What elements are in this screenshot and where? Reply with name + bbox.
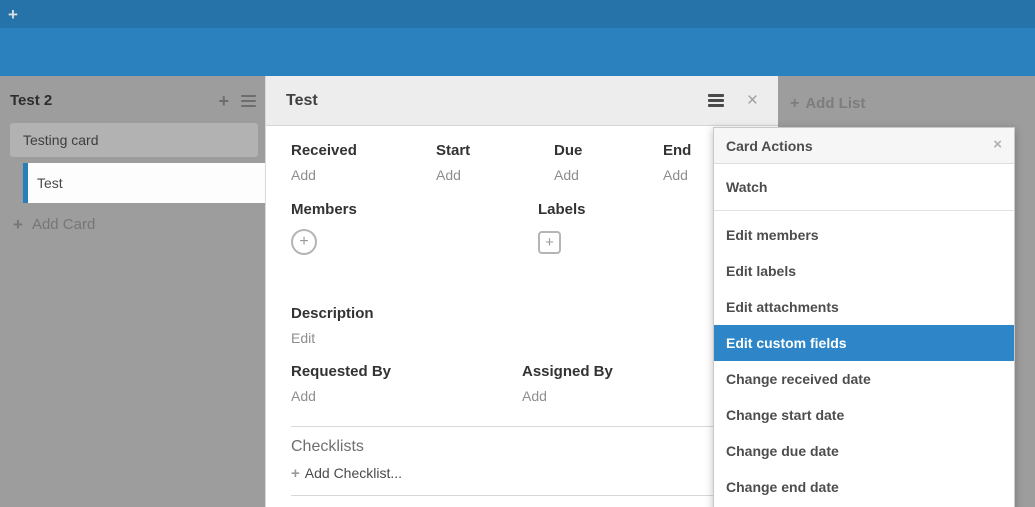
- plus-icon: +: [13, 216, 23, 233]
- add-board-icon[interactable]: +: [8, 6, 18, 23]
- menu-item-change-end-date[interactable]: Change end date: [714, 469, 1014, 505]
- add-card-button[interactable]: + Add Card: [13, 216, 95, 233]
- requested-assigned-row: Requested By Add Assigned By Add: [291, 363, 753, 405]
- description-label: Description: [291, 305, 753, 323]
- add-list-button[interactable]: + Add List: [790, 95, 865, 112]
- members-labels-row: Members + Labels +: [291, 201, 753, 255]
- members-label: Members: [291, 201, 538, 219]
- menu-item-edit-custom-fields[interactable]: Edit custom fields: [714, 325, 1014, 361]
- add-checklist-label: Add Checklist...: [305, 465, 402, 482]
- description-edit-link[interactable]: Edit: [291, 330, 315, 347]
- add-member-button[interactable]: +: [291, 229, 317, 255]
- board-header-band: [0, 28, 1035, 76]
- add-card-label: Add Card: [32, 216, 95, 233]
- card-detail-title: Test: [286, 92, 318, 110]
- due-add-link[interactable]: Add: [554, 167, 579, 184]
- start-label: Start: [436, 142, 554, 160]
- card-actions-menu-icon[interactable]: [708, 92, 724, 110]
- menu-item-edit-labels[interactable]: Edit labels: [714, 253, 1014, 289]
- list-add-card-icon[interactable]: +: [218, 94, 229, 108]
- popup-close-icon[interactable]: ×: [993, 137, 1002, 152]
- list-title: Test 2: [10, 92, 52, 109]
- top-navbar: +: [0, 0, 1035, 28]
- received-add-link[interactable]: Add: [291, 167, 316, 184]
- add-checklist-link[interactable]: + Add Checklist...: [291, 465, 402, 482]
- menu-item-watch[interactable]: Watch: [714, 164, 1014, 211]
- received-label: Received: [291, 142, 436, 160]
- list-menu-icon[interactable]: [241, 92, 256, 110]
- popup-title: Card Actions: [726, 138, 813, 154]
- card-title: Test: [37, 175, 63, 191]
- requested-by-label: Requested By: [291, 363, 522, 381]
- divider: [291, 495, 753, 496]
- menu-item-change-due-date[interactable]: Change due date: [714, 433, 1014, 469]
- end-label: End: [663, 142, 691, 160]
- menu-item-edit-members[interactable]: Edit members: [714, 217, 1014, 253]
- requested-by-add-link[interactable]: Add: [291, 388, 316, 405]
- close-card-icon[interactable]: ×: [747, 91, 758, 110]
- divider: [291, 426, 753, 427]
- card-detail-panel: Test × Received Add Start Add Due Add: [265, 76, 778, 507]
- plus-icon: +: [291, 465, 300, 482]
- checklists-heading: Checklists: [291, 437, 753, 456]
- labels-label: Labels: [538, 201, 586, 219]
- dates-row: Received Add Start Add Due Add End Add: [291, 142, 753, 184]
- due-label: Due: [554, 142, 663, 160]
- list-test-2: Test 2 + Testing card Test + Add Card: [0, 76, 268, 120]
- board-canvas: Test 2 + Testing card Test + Add Card Te…: [0, 76, 1035, 507]
- popup-menu: Edit members Edit labels Edit attachment…: [714, 211, 1014, 505]
- add-list-label: Add List: [805, 95, 865, 112]
- card-detail-header: Test ×: [266, 76, 778, 126]
- list-header: Test 2 +: [0, 76, 268, 120]
- card-detail-body: Received Add Start Add Due Add End Add: [266, 126, 778, 496]
- menu-item-edit-attachments[interactable]: Edit attachments: [714, 289, 1014, 325]
- card-test[interactable]: Test: [23, 163, 268, 203]
- assigned-by-add-link[interactable]: Add: [522, 388, 547, 405]
- plus-icon: +: [299, 233, 308, 251]
- card-title: Testing card: [23, 132, 98, 148]
- end-add-link[interactable]: Add: [663, 167, 688, 184]
- card-testing-card[interactable]: Testing card: [10, 123, 258, 157]
- menu-item-change-start-date[interactable]: Change start date: [714, 397, 1014, 433]
- plus-icon: +: [545, 234, 554, 251]
- add-label-button[interactable]: +: [538, 231, 561, 254]
- start-add-link[interactable]: Add: [436, 167, 461, 184]
- description-section: Description Edit: [291, 305, 753, 347]
- popup-header: Card Actions ×: [714, 128, 1014, 164]
- plus-icon: +: [790, 96, 799, 112]
- card-actions-popup: Card Actions × Watch Edit members Edit l…: [713, 127, 1015, 507]
- menu-item-change-received-date[interactable]: Change received date: [714, 361, 1014, 397]
